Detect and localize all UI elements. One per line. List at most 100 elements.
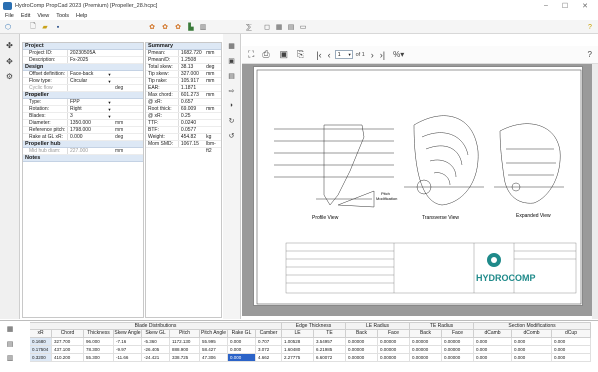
offset-definition-select[interactable]: Face-back ▼ xyxy=(67,71,113,77)
column-header[interactable]: Chord xyxy=(52,330,84,338)
table-cell[interactable]: 0.000 xyxy=(474,346,512,354)
table-cell[interactable]: 0.1680 xyxy=(30,338,52,346)
column-header[interactable]: dCup xyxy=(552,330,591,338)
column-header[interactable]: dCamb xyxy=(474,330,512,338)
table-cell[interactable]: 78.300 xyxy=(84,346,114,354)
close-button[interactable]: ✕ xyxy=(582,2,588,10)
help-icon[interactable]: ? xyxy=(585,22,595,32)
table-cell[interactable]: 0.00000 xyxy=(346,354,378,362)
column-header[interactable]: Thickness xyxy=(84,330,114,338)
column-header[interactable]: Face xyxy=(378,330,410,338)
menu-file[interactable]: File xyxy=(5,13,14,19)
rake-field[interactable]: 0.000 xyxy=(67,134,113,140)
rotate-alt-icon[interactable]: ↺ xyxy=(226,130,237,141)
table-cell[interactable]: -11.66 xyxy=(114,354,142,362)
propeller-tool-2-icon[interactable]: ✿ xyxy=(160,22,170,32)
column-header[interactable]: Rake GL xyxy=(228,330,256,338)
grid-settings-icon[interactable]: ▦ xyxy=(5,324,15,334)
table-cell[interactable]: 1.60480 xyxy=(282,346,314,354)
data-icon[interactable]: ▣ xyxy=(226,55,237,66)
column-header[interactable]: Camber xyxy=(256,330,282,338)
table-icon[interactable]: ▤ xyxy=(226,70,237,81)
column-header[interactable]: Face xyxy=(442,330,474,338)
zoom-select[interactable]: %▾ xyxy=(393,50,404,59)
menu-edit[interactable]: Edit xyxy=(21,13,30,19)
table-cell[interactable]: 0.00000 xyxy=(378,346,410,354)
table-cell[interactable]: 0.000 xyxy=(512,354,552,362)
table-cell[interactable]: 1.00528 xyxy=(282,338,314,346)
table-cell[interactable]: 58.427 xyxy=(200,346,228,354)
column-header[interactable]: Pitch Angle xyxy=(200,330,228,338)
column-header[interactable]: LE xyxy=(282,330,314,338)
column-header[interactable]: dComb xyxy=(512,330,552,338)
table-cell[interactable]: 888.900 xyxy=(170,346,200,354)
grid-chart-icon[interactable]: ▥ xyxy=(5,353,15,363)
table-cell[interactable]: 338.725 xyxy=(170,354,200,362)
column-header[interactable]: Back xyxy=(346,330,378,338)
maximize-button[interactable]: ☐ xyxy=(562,2,568,10)
table-cell[interactable]: 55.995 xyxy=(200,338,228,346)
diameter-field[interactable]: 1350.000 xyxy=(67,120,113,126)
table-cell[interactable]: 410.200 xyxy=(52,354,84,362)
table-cell[interactable]: -5.360 xyxy=(142,338,170,346)
fit-page-icon[interactable]: ⛶ xyxy=(248,49,254,60)
column-header[interactable]: xR xyxy=(30,330,52,338)
view-2d-icon[interactable]: ◻ xyxy=(262,22,272,32)
table-cell[interactable]: 0.3200 xyxy=(30,354,52,362)
first-page-icon[interactable]: |‹ xyxy=(316,50,321,60)
column-header[interactable]: Skew Angle xyxy=(114,330,142,338)
grid-icon[interactable]: ▦ xyxy=(274,22,284,32)
table-cell[interactable]: 2.27775 xyxy=(282,354,314,362)
table-cell[interactable]: 327.700 xyxy=(52,338,84,346)
hydrocomp-icon[interactable]: ⬡ xyxy=(3,22,13,32)
table-cell[interactable]: -26.405 xyxy=(142,346,170,354)
table-cell[interactable]: 3.072 xyxy=(256,346,282,354)
menu-help[interactable]: Help xyxy=(76,13,87,19)
next-page-icon[interactable]: › xyxy=(371,50,374,60)
grid-export-icon[interactable]: ▤ xyxy=(5,339,15,349)
chart-tool-icon[interactable]: ▙ xyxy=(186,22,196,32)
column-header[interactable]: Pitch xyxy=(170,330,200,338)
table-cell[interactable]: 0.00000 xyxy=(346,346,378,354)
rotation-select[interactable]: Right ▼ xyxy=(67,106,113,112)
table-cell[interactable]: -7.16 xyxy=(114,338,142,346)
table-cell[interactable]: 0.00000 xyxy=(442,354,474,362)
save-icon[interactable]: ▪ xyxy=(53,22,63,32)
minimize-button[interactable]: – xyxy=(544,2,548,10)
menu-view[interactable]: View xyxy=(37,13,49,19)
table-cell[interactable]: 0.00000 xyxy=(346,338,378,346)
blade-nav-icon[interactable]: ✥ xyxy=(4,56,15,67)
propeller-nav-icon[interactable]: ✤ xyxy=(4,40,15,51)
document-icon[interactable]: ▭ xyxy=(298,22,308,32)
table-cell[interactable]: 0.000 xyxy=(512,338,552,346)
table-cell[interactable]: 0.000 xyxy=(474,338,512,346)
table-cell[interactable]: 0.000 xyxy=(228,346,256,354)
notes-textarea[interactable] xyxy=(23,162,143,262)
last-page-icon[interactable]: ›| xyxy=(380,50,385,60)
menu-tools[interactable]: Tools xyxy=(56,13,69,19)
table-cell[interactable]: 0.00000 xyxy=(442,338,474,346)
table-cell[interactable]: 0.00000 xyxy=(378,338,410,346)
blade-icon[interactable]: ◗ xyxy=(226,100,237,111)
table-cell[interactable]: 6.60072 xyxy=(314,354,346,362)
column-header[interactable]: Skew GL xyxy=(142,330,170,338)
table-cell[interactable]: 0.000 xyxy=(228,354,256,362)
table-cell[interactable]: 6.21985 xyxy=(314,346,346,354)
copy-icon[interactable]: ⎘ xyxy=(297,49,304,60)
table-cell[interactable]: -9.97 xyxy=(114,346,142,354)
table-cell[interactable]: 0.00000 xyxy=(378,354,410,362)
blades-select[interactable]: 3 ▼ xyxy=(67,113,113,119)
table-cell[interactable]: 96.000 xyxy=(84,338,114,346)
project-id-field[interactable]: 20230505A xyxy=(67,50,113,56)
table-cell[interactable]: 0.00000 xyxy=(442,346,474,354)
table-cell[interactable]: 0.00000 xyxy=(410,338,442,346)
table-cell[interactable]: 1172.130 xyxy=(170,338,200,346)
vertical-scrollbar[interactable] xyxy=(592,64,598,319)
table-cell[interactable]: 4.662 xyxy=(256,354,282,362)
table-cell[interactable]: 0.000 xyxy=(512,346,552,354)
table-cell[interactable]: 0.707 xyxy=(256,338,282,346)
table-cell[interactable]: 47.306 xyxy=(200,354,228,362)
column-header[interactable]: Back xyxy=(410,330,442,338)
propeller-tool-icon[interactable]: ✿ xyxy=(147,22,157,32)
measure-icon[interactable]: ⅀ xyxy=(244,22,254,32)
